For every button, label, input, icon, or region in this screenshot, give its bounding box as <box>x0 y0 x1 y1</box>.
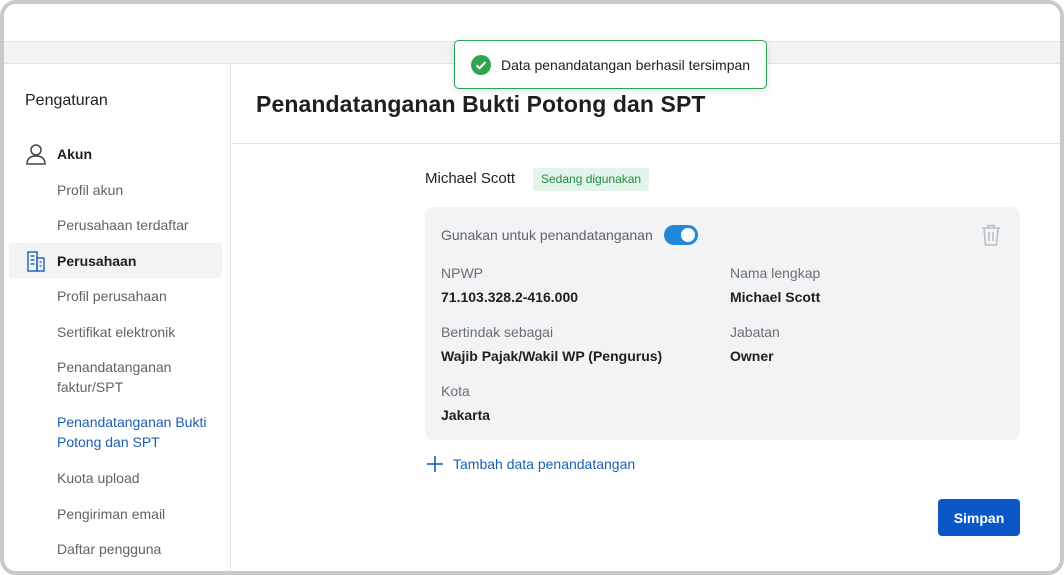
trash-icon[interactable] <box>980 223 1002 247</box>
page-title: Penandatanganan Bukti Potong dan SPT <box>256 91 706 117</box>
add-signer-label: Tambah data penandatangan <box>453 456 636 472</box>
city-value: Jakarta <box>441 407 491 423</box>
plus-icon <box>425 454 445 474</box>
sidebar-title: Pengaturan <box>25 92 108 109</box>
position-label: Jabatan <box>730 324 780 340</box>
settings-sidebar: Pengaturan Akun Profil akun Perusahaan t… <box>4 64 231 571</box>
success-toast: Data penandatangan berhasil tersimpan <box>454 40 767 89</box>
position-value: Owner <box>730 348 774 364</box>
toggle-knob <box>681 228 695 242</box>
user-icon <box>25 143 47 165</box>
use-for-signing-toggle[interactable] <box>664 225 698 245</box>
sidebar-item-daftar-pengguna[interactable]: Daftar pengguna <box>57 539 222 559</box>
status-badge: Sedang digunakan <box>533 168 650 191</box>
acting-as-label: Bertindak sebagai <box>441 324 554 340</box>
header-divider <box>232 143 1060 144</box>
top-bar <box>4 4 1060 42</box>
signer-name: Michael Scott <box>425 170 516 187</box>
full-name-label: Nama lengkap <box>730 265 821 281</box>
sidebar-item-kuota-upload[interactable]: Kuota upload <box>57 468 222 488</box>
npwp-value: 71.103.328.2-416.000 <box>441 289 579 305</box>
sidebar-item-perusahaan-terdaftar[interactable]: Perusahaan terdaftar <box>57 215 222 235</box>
toast-message: Data penandatangan berhasil tersimpan <box>501 56 751 73</box>
sidebar-item-pengiriman-email[interactable]: Pengiriman email <box>57 504 222 524</box>
city-label: Kota <box>441 383 470 399</box>
signer-card: Gunakan untuk penandatanganan NPWP 71.10… <box>425 207 1020 440</box>
sidebar-item-sertifikat-elektronik[interactable]: Sertifikat elektronik <box>57 322 222 342</box>
app-window: Pengaturan Akun Profil akun Perusahaan t… <box>0 0 1064 575</box>
full-name-value: Michael Scott <box>730 289 821 305</box>
sidebar-group-akun[interactable]: Akun <box>9 136 222 171</box>
building-icon <box>25 250 47 272</box>
npwp-label: NPWP <box>441 265 483 281</box>
add-signer-link[interactable]: Tambah data penandatangan <box>425 454 635 474</box>
sidebar-item-profil-akun[interactable]: Profil akun <box>57 180 222 200</box>
sidebar-group-label: Perusahaan <box>57 252 137 269</box>
save-button[interactable]: Simpan <box>938 499 1020 536</box>
sidebar-item-profil-perusahaan[interactable]: Profil perusahaan <box>57 286 222 306</box>
check-circle-icon <box>471 54 491 75</box>
sidebar-group-label: Akun <box>57 145 92 162</box>
main-content: Penandatanganan Bukti Potong dan SPT Mic… <box>232 64 1060 571</box>
sidebar-group-perusahaan[interactable]: Perusahaan <box>9 243 222 278</box>
acting-as-value: Wajib Pajak/Wakil WP (Pengurus) <box>441 348 663 364</box>
use-for-signing-label: Gunakan untuk penandatanganan <box>441 227 653 243</box>
sidebar-item-penandatanganan-bukti-potong[interactable]: Penandatanganan Bukti Potong dan SPT <box>57 412 222 452</box>
sidebar-item-penandatanganan-faktur[interactable]: Penandatanganan faktur/SPT <box>57 357 222 397</box>
